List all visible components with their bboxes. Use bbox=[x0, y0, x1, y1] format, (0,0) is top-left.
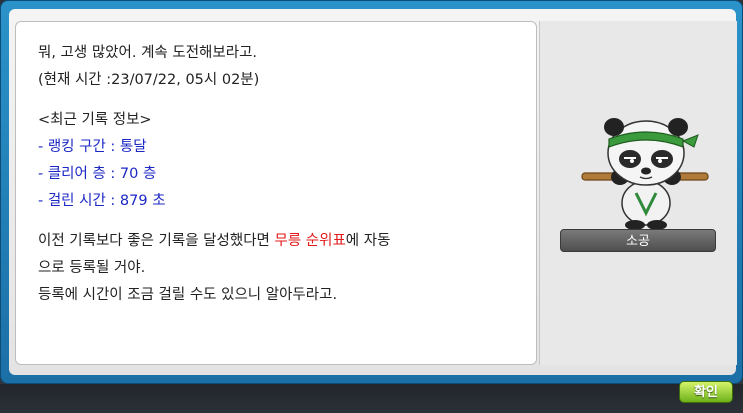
panda-npc-icon bbox=[580, 113, 710, 231]
notice-line-2: 으로 등록될 거야. bbox=[38, 260, 146, 276]
dialog-text-area: 뭐, 고생 많았어. 계속 도전해보라고. (현재 시간 :23/07/22, … bbox=[15, 21, 537, 365]
record-time: - 걸린 시간 : 879 초 bbox=[38, 193, 166, 209]
dialog-line-1: 뭐, 고생 많았어. 계속 도전해보라고. bbox=[38, 45, 258, 61]
dialog-line-2: (현재 시간 :23/07/22, 05시 02분) bbox=[38, 72, 260, 88]
notice-line-1: 이전 기록보다 좋은 기록을 달성했다면 무릉 순위표에 자동 bbox=[38, 228, 514, 255]
npc-dialog-window: 뭐, 고생 많았어. 계속 도전해보라고. (현재 시간 :23/07/22, … bbox=[0, 0, 743, 384]
record-header: <최근 기록 정보> bbox=[38, 112, 152, 128]
notice-prefix: 이전 기록보다 좋은 기록을 달성했다면 bbox=[38, 233, 275, 249]
ok-button[interactable]: 확인 bbox=[679, 381, 733, 403]
ranking-board-link: 무릉 순위표 bbox=[274, 233, 346, 249]
dialog-frame: 뭐, 고생 많았어. 계속 도전해보라고. (현재 시간 :23/07/22, … bbox=[9, 9, 737, 375]
npc-name-label: 소공 bbox=[560, 229, 716, 252]
notice-line-3: 등록에 시간이 조금 걸릴 수도 있으니 알아두라고. bbox=[38, 287, 338, 303]
npc-panel: 소공 bbox=[539, 21, 737, 365]
bottom-bar bbox=[0, 384, 743, 413]
record-rank: - 랭킹 구간 : 통달 bbox=[38, 139, 147, 155]
notice-suffix: 에 자동 bbox=[345, 233, 391, 249]
record-floor: - 클리어 층 : 70 층 bbox=[38, 166, 157, 182]
